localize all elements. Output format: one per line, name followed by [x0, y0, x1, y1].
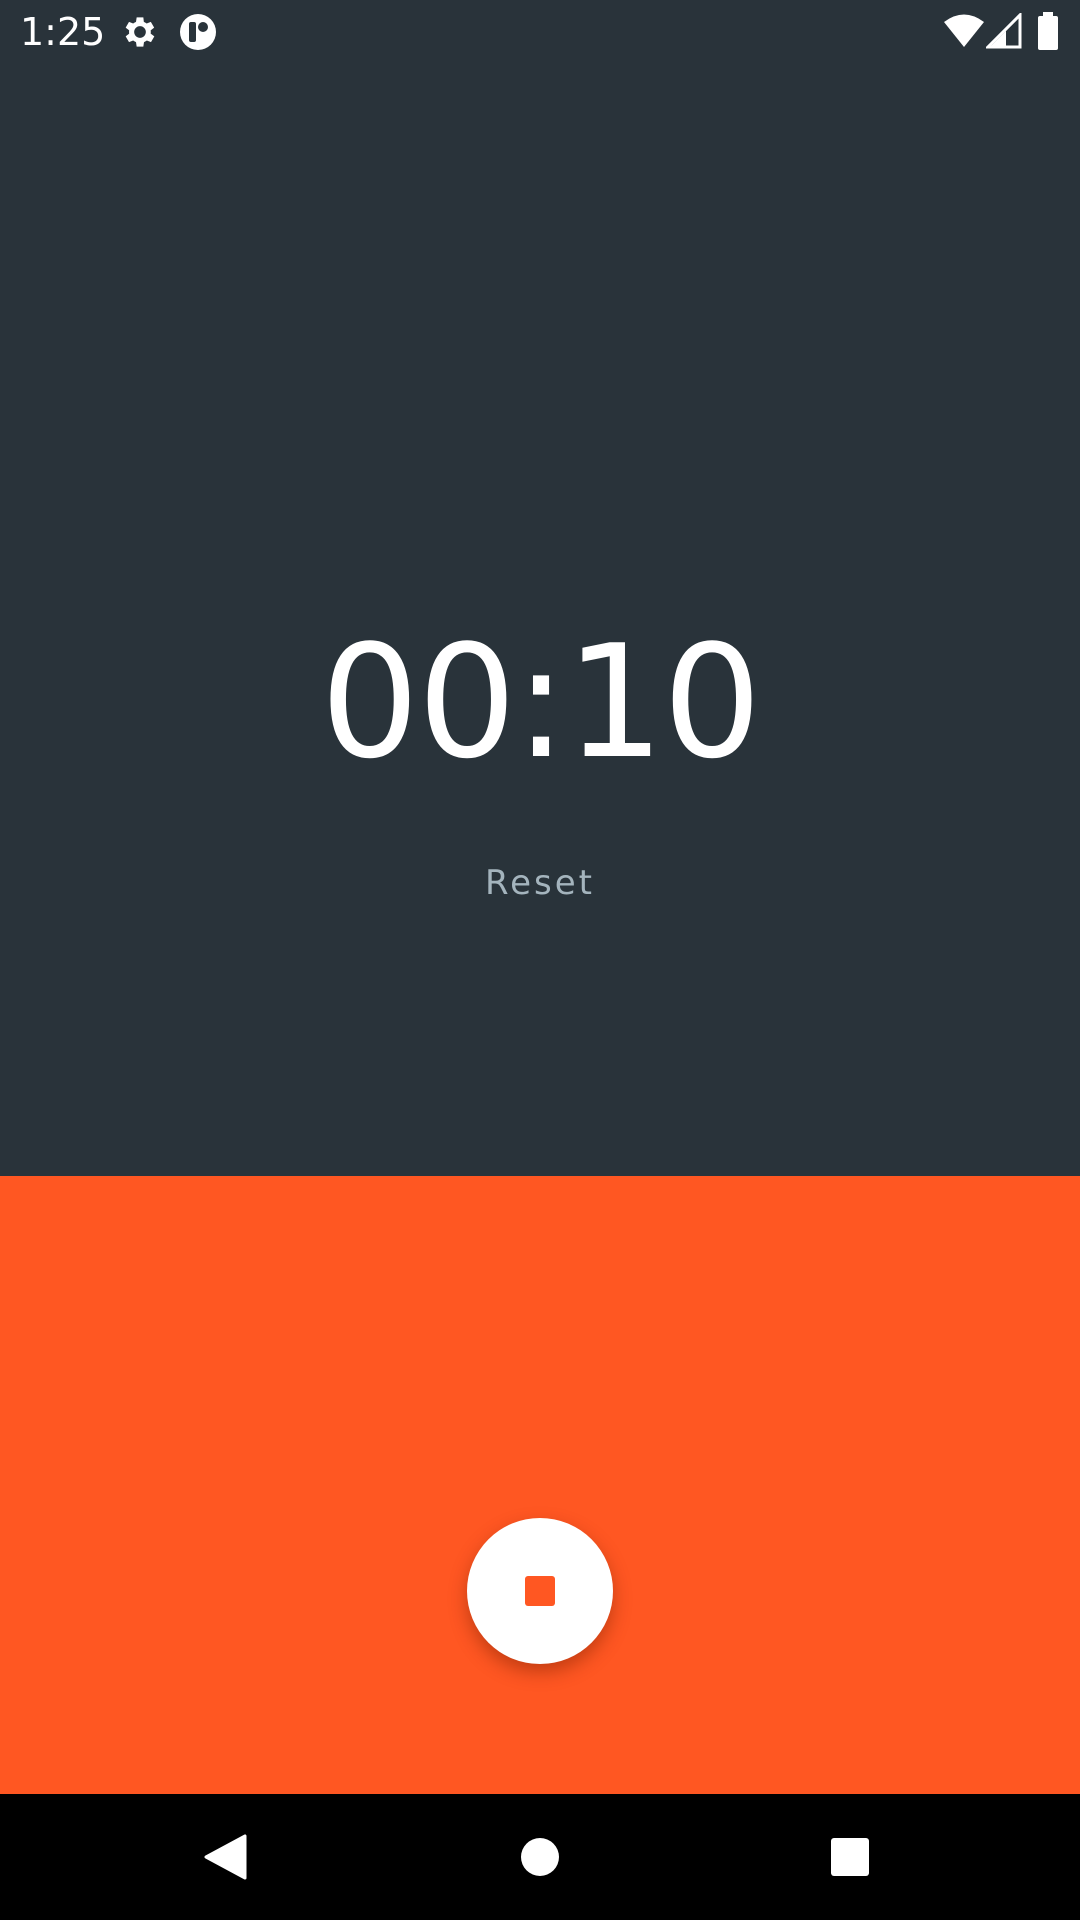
- cellular-signal-icon: [986, 13, 1022, 49]
- home-icon: [521, 1838, 559, 1876]
- recents-button[interactable]: [770, 1794, 930, 1920]
- stop-icon: [525, 1576, 555, 1606]
- navigation-bar: [0, 1794, 1080, 1920]
- home-button[interactable]: [460, 1794, 620, 1920]
- battery-icon: [1038, 12, 1058, 50]
- stopwatch-screen: 1:25 00:10 Reset: [0, 0, 1080, 1920]
- gear-icon: [125, 17, 155, 47]
- reset-button[interactable]: Reset: [440, 853, 640, 913]
- elapsed-time-display: 00:10: [320, 611, 762, 793]
- stop-button[interactable]: [467, 1518, 613, 1664]
- recents-icon: [831, 1838, 869, 1876]
- status-bar: 1:25: [0, 0, 1080, 63]
- app-badge-icon: [180, 14, 216, 50]
- wifi-icon: [944, 14, 984, 47]
- control-panel: [0, 1176, 1080, 1794]
- back-icon: [204, 1834, 247, 1880]
- back-button[interactable]: [145, 1794, 305, 1920]
- status-time: 1:25: [20, 10, 106, 54]
